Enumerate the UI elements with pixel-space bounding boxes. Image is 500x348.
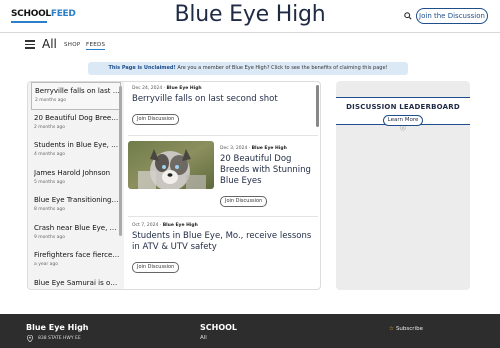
list-item-date: 8 months ago	[34, 207, 66, 212]
list-item-title: Crash near Blue Eye, M...	[34, 223, 120, 232]
footer-school-name: Blue Eye High	[26, 323, 89, 332]
subscribe-label: Subscribe	[395, 326, 423, 332]
join-discussion-button[interactable]: Join Discussion	[132, 262, 180, 273]
list-item-date: a year ago	[34, 262, 59, 267]
list-item[interactable]: James Harold Johnson 5 months ago	[31, 165, 121, 193]
banner-strong-text: This Page is Unclaimed!	[108, 65, 176, 71]
leaderboard-title: DISCUSSION LEADERBOARD	[346, 103, 460, 111]
list-item-date: 9 months ago	[34, 234, 66, 240]
story-meta: Dec 24, 2024 · Blue Eye High	[132, 86, 318, 91]
discussion-leaderboard: DISCUSSION LEADERBOARD Learn More ⓘ	[336, 81, 470, 290]
footer-subscribe-link[interactable]: ☆ Subscribe	[389, 326, 423, 332]
learn-more-label: Learn More	[387, 117, 419, 123]
footer-all-link[interactable]: All	[200, 335, 207, 341]
search-icon[interactable]	[404, 12, 412, 20]
feed-scrollbar[interactable]	[316, 85, 319, 127]
unclaimed-page-banner[interactable]: This Page is Unclaimed! Are you a member…	[88, 62, 408, 75]
list-item[interactable]: Blue Eye Transitioning ... 8 months ago	[31, 192, 121, 220]
story-meta: Oct 7, 2024 · Blue Eye High	[132, 223, 318, 228]
join-discussion-button[interactable]: Join Discussion	[220, 196, 268, 207]
story-divider	[128, 216, 318, 217]
list-item[interactable]: 20 Beautiful Dog Breed... 2 months ago	[31, 110, 121, 138]
list-item[interactable]: Students in Blue Eye, M... 4 months ago	[31, 137, 121, 165]
list-item[interactable]: Blue Eye Samurai is on...	[31, 275, 121, 290]
nav-feeds-link[interactable]: FEEDS	[86, 42, 106, 50]
dog-story-image[interactable]	[128, 141, 214, 189]
banner-text: Are you a member of Blue Eye High? Click…	[175, 65, 388, 71]
learn-more-button[interactable]: Learn More ⓘ	[383, 115, 423, 132]
nav-all-link[interactable]: All	[42, 37, 57, 51]
story-date: Dec 24, 2024	[132, 86, 163, 91]
list-item-title: Blue Eye Samurai is on...	[34, 278, 120, 287]
story-date: Dec 3, 2024	[220, 146, 248, 151]
list-item-title: Blue Eye Transitioning ...	[34, 196, 120, 204]
star-icon: ☆	[389, 326, 394, 332]
story-divider	[128, 135, 318, 136]
list-item[interactable]: Berryville falls on last s... 2 months a…	[31, 82, 121, 110]
story-source: Blue Eye High	[166, 86, 202, 91]
list-item-date: 5 months ago	[34, 179, 66, 185]
list-item-title: 20 Beautiful Dog Breed...	[34, 113, 120, 122]
story-meta: Dec 3, 2024 · Blue Eye High	[220, 146, 318, 151]
story-source: Blue Eye High	[162, 223, 198, 228]
story-item[interactable]: Dec 24, 2024 · Blue Eye High Berryville …	[132, 86, 318, 125]
list-item-title: James Harold Johnson	[34, 168, 111, 177]
list-item[interactable]: Crash near Blue Eye, M... 9 months ago	[31, 220, 121, 248]
list-item-title: Students in Blue Eye, M...	[34, 141, 120, 149]
location-pin-icon	[27, 335, 33, 342]
list-item-title: Firefighters face fierce ...	[34, 251, 120, 259]
list-item-date: 4 months ago	[34, 152, 66, 157]
list-item-title: Berryville falls on last s...	[35, 87, 121, 95]
story-list: Berryville falls on last s... 2 months a…	[28, 82, 124, 290]
footer-school-heading: SCHOOL	[200, 323, 238, 332]
footer: Blue Eye High 838 STATE HWY EE SCHOOL Al…	[0, 314, 500, 348]
hamburger-menu-icon[interactable]	[25, 40, 35, 49]
top-bar: SCHOOLFEED Blue Eye High Join the Discus…	[0, 0, 500, 33]
story-headline[interactable]: 20 Beautiful Dog Breeds with Stunning Bl…	[220, 154, 318, 187]
join-discussion-button[interactable]: Join the Discussion	[416, 8, 488, 24]
join-discussion-button[interactable]: Join Discussion	[132, 114, 180, 125]
list-scrollbar[interactable]	[119, 86, 122, 236]
list-item-date: 2 months ago	[35, 98, 67, 103]
list-item-date: 2 months ago	[34, 124, 66, 130]
story-item[interactable]: Oct 7, 2024 · Blue Eye High Students in …	[132, 223, 318, 273]
list-item[interactable]: Firefighters face fierce ... a year ago	[31, 247, 121, 275]
help-circle-icon: ⓘ	[400, 126, 406, 132]
story-headline[interactable]: Berryville falls on last second shot	[132, 94, 318, 105]
story-item[interactable]: Dec 3, 2024 · Blue Eye High 20 Beautiful…	[220, 146, 318, 207]
nav-shop-link[interactable]: SHOP	[64, 42, 80, 48]
story-headline[interactable]: Students in Blue Eye, Mo., receive lesso…	[132, 231, 318, 253]
footer-address: 838 STATE HWY EE	[38, 336, 81, 341]
story-source: Blue Eye High	[251, 146, 287, 151]
story-date: Oct 7, 2024	[132, 223, 159, 228]
